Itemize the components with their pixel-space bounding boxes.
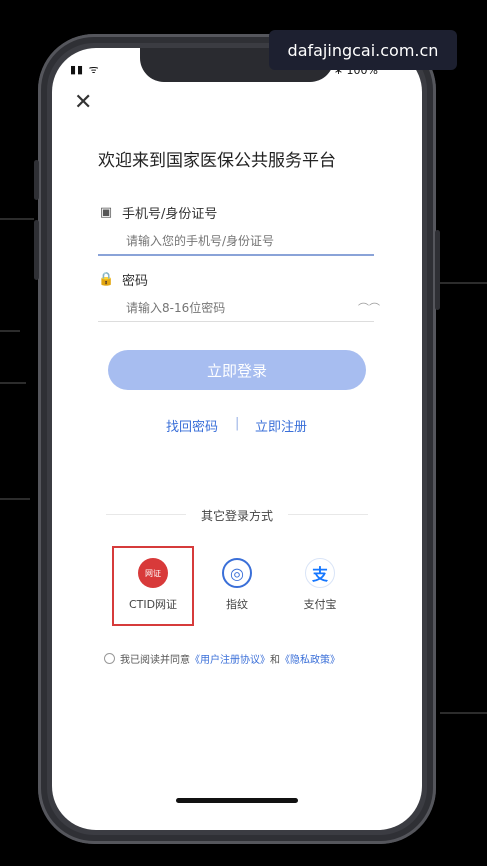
password-label-text: 密码 <box>122 274 149 289</box>
signal-icon: ▮▮ ᯤ <box>70 63 100 76</box>
user-agreement-link[interactable]: 《用户注册协议》 <box>190 655 270 666</box>
phone-side-button <box>34 160 39 200</box>
agreement-prefix: 我已阅读并同意 <box>120 655 190 666</box>
alipay-icon: 支 <box>305 558 335 588</box>
decor-streak <box>0 382 26 384</box>
phone-label-text: 手机号/身份证号 <box>122 207 218 222</box>
alipay-login-button[interactable]: 支 支付宝 <box>280 546 360 612</box>
ctid-label: CTID网证 <box>128 598 178 611</box>
login-button[interactable]: 立即登录 <box>108 350 366 390</box>
decor-streak <box>0 330 20 332</box>
fingerprint-login-button[interactable]: ◎ 指纹 <box>197 546 277 612</box>
decor-streak <box>440 282 487 284</box>
lock-icon: 🔒 <box>98 272 115 287</box>
decor-streak <box>0 498 30 500</box>
phone-icon: ▣ <box>99 205 113 220</box>
phone-screen: ▮▮ ᯤ ∗ 100% ✕ 欢迎来到国家医保公共服务平台 ▣ 手机号/身份证号 … <box>52 48 422 830</box>
watermark: dafajingcai.com.cn <box>269 30 457 70</box>
eye-closed-icon[interactable]: ⌒⌒ <box>358 300 380 316</box>
register-link[interactable]: 立即注册 <box>255 416 307 435</box>
fingerprint-icon: ◎ <box>222 558 252 588</box>
fingerprint-label: 指纹 <box>226 598 248 611</box>
link-separator: | <box>235 416 240 431</box>
ctid-login-button[interactable]: 网证 CTID网证 <box>113 546 193 612</box>
decor-streak <box>0 218 34 220</box>
phone-side-button <box>34 220 39 280</box>
page-title: 欢迎来到国家医保公共服务平台 <box>98 151 336 171</box>
other-login-title: 其它登录方式 <box>200 509 273 523</box>
alipay-label: 支付宝 <box>303 598 337 611</box>
close-icon[interactable]: ✕ <box>74 90 92 115</box>
password-field-label: 🔒 密码 <box>98 270 148 289</box>
home-indicator <box>176 798 298 803</box>
agreement-row: 我已阅读并同意《用户注册协议》和《隐私政策》 <box>104 651 340 666</box>
ctid-icon: 网证 <box>138 558 168 588</box>
decor-streak <box>440 712 487 714</box>
phone-input[interactable] <box>98 228 374 256</box>
phone-field-label: ▣ 手机号/身份证号 <box>98 203 218 222</box>
phone-side-button <box>435 230 440 310</box>
agreement-radio[interactable] <box>104 653 115 664</box>
agreement-and: 和 <box>270 655 280 666</box>
password-input[interactable] <box>98 294 374 322</box>
forgot-password-link[interactable]: 找回密码 <box>166 416 218 435</box>
privacy-policy-link[interactable]: 《隐私政策》 <box>280 655 340 666</box>
